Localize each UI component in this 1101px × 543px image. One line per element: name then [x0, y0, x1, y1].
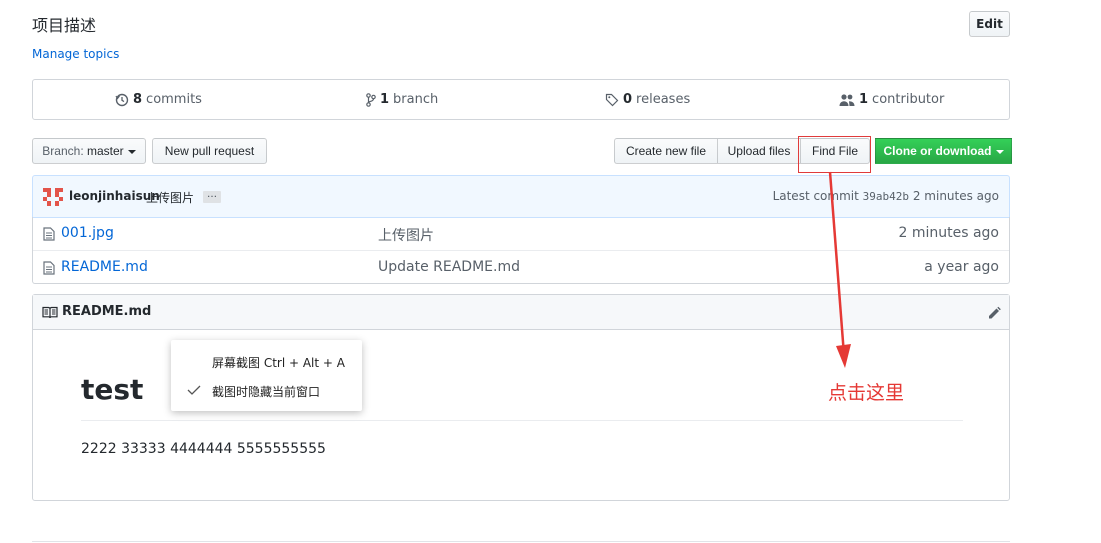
releases-count: 0	[623, 92, 633, 107]
commits-count: 8	[133, 92, 143, 107]
readme-heading: test	[81, 373, 144, 406]
file-row: 001.jpg 上传图片 2 minutes ago	[33, 217, 1009, 250]
menu-item-screenshot[interactable]: 屏幕截图 Ctrl + Alt + A	[171, 346, 362, 374]
file-commit-message[interactable]: 上传图片	[378, 225, 434, 245]
annotation-text: 点击这里	[828, 382, 905, 404]
branch-icon	[366, 92, 376, 107]
commits-label: commits	[146, 92, 202, 107]
latest-commit-bar: leonjinhaisun 上传图片 … Latest commit 39ab4…	[32, 175, 1010, 218]
contributor-label: contributor	[872, 92, 945, 107]
branch-link[interactable]: 1 branch	[366, 80, 438, 119]
heading-divider	[81, 420, 963, 421]
page-divider	[32, 541, 1010, 542]
branch-count: 1	[380, 92, 390, 107]
people-icon	[839, 93, 855, 106]
branch-prefix: Branch:	[42, 144, 84, 158]
menu-item-label: 截图时隐藏当前窗口	[212, 385, 321, 399]
pencil-icon[interactable]	[987, 306, 1001, 320]
screenshot-context-menu: 屏幕截图 Ctrl + Alt + A 截图时隐藏当前窗口	[171, 340, 362, 411]
history-icon	[115, 93, 129, 106]
file-age: a year ago	[924, 259, 999, 275]
contributor-count: 1	[859, 92, 869, 107]
file-name[interactable]: 001.jpg	[61, 225, 114, 241]
checkmark-icon	[187, 385, 201, 395]
file-name[interactable]: README.md	[61, 259, 148, 275]
commit-expand-button[interactable]: …	[203, 190, 221, 203]
file-icon	[43, 227, 55, 241]
latest-commit-info: Latest commit 39ab42b 2 minutes ago	[773, 189, 999, 203]
repo-description: 项目描述	[32, 16, 97, 35]
file-row: README.md Update README.md a year ago	[33, 250, 1009, 284]
book-icon	[42, 306, 58, 319]
upload-files-button[interactable]: Upload files	[717, 138, 801, 164]
author-avatar[interactable]	[43, 188, 63, 206]
tag-icon	[605, 93, 619, 106]
readme-title: README.md	[62, 304, 152, 319]
commit-time: 2 minutes ago	[912, 189, 999, 203]
branch-label: branch	[393, 92, 439, 107]
annotation-arrow	[828, 171, 851, 368]
branch-name: master	[87, 144, 124, 158]
readme-header: README.md	[33, 295, 1009, 330]
file-icon	[43, 261, 55, 275]
commit-sha[interactable]: 39ab42b	[863, 190, 909, 203]
clone-or-download-button[interactable]: Clone or download	[875, 138, 1012, 164]
contributor-link[interactable]: 1 contributor	[839, 80, 944, 119]
file-list: 001.jpg 上传图片 2 minutes ago README.md Upd…	[32, 217, 1010, 284]
branch-select-button[interactable]: Branch: master	[32, 138, 146, 164]
highlight-box	[798, 136, 871, 173]
new-pull-request-button[interactable]: New pull request	[152, 138, 267, 164]
clone-label: Clone or download	[883, 144, 992, 158]
file-commit-message[interactable]: Update README.md	[378, 259, 520, 275]
caret-down-icon	[127, 149, 136, 154]
readme-body-text: 2222 33333 4444444 5555555555	[81, 441, 326, 457]
caret-down-icon	[995, 149, 1004, 154]
releases-link[interactable]: 0 releases	[605, 80, 690, 119]
commit-message[interactable]: 上传图片	[146, 189, 194, 206]
menu-item-hide-window[interactable]: 截图时隐藏当前窗口	[171, 375, 362, 403]
manage-topics-link[interactable]: Manage topics	[32, 47, 119, 61]
releases-label: releases	[636, 92, 691, 107]
create-new-file-button[interactable]: Create new file	[614, 138, 718, 164]
commits-link[interactable]: 8 commits	[115, 80, 202, 119]
menu-item-label: 屏幕截图 Ctrl + Alt + A	[212, 356, 345, 370]
numbers-summary: 8 commits 1 branch 0 releases 1 contribu…	[32, 79, 1010, 120]
file-age: 2 minutes ago	[898, 225, 999, 241]
edit-button[interactable]: Edit	[969, 11, 1010, 37]
